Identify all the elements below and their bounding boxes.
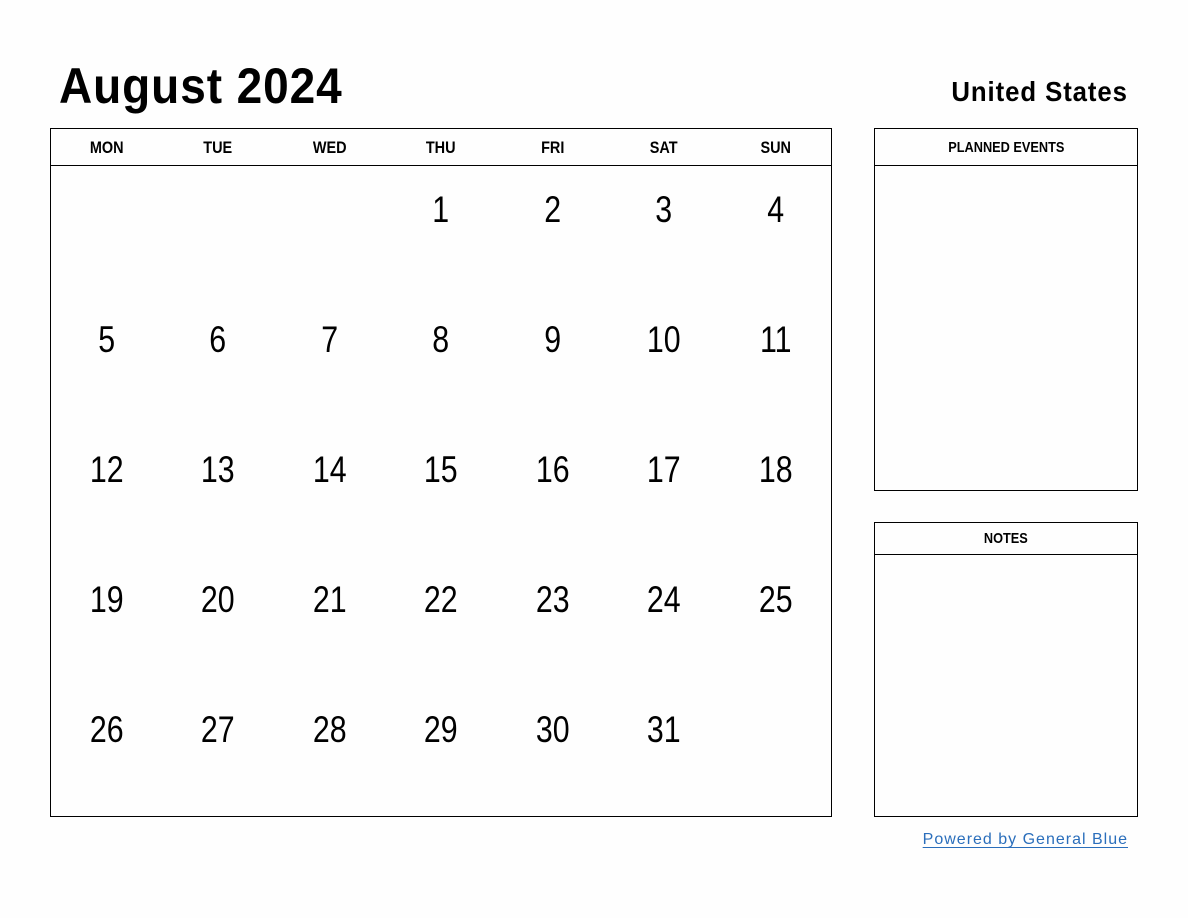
day-number: 3 <box>655 189 673 230</box>
notes-panel: NOTES <box>874 522 1138 817</box>
weekday-fri: FRI <box>540 138 565 157</box>
day-number: 30 <box>535 709 570 750</box>
empty-day-cell <box>51 166 162 296</box>
day-number: 13 <box>201 449 236 490</box>
day-cell: 11 <box>720 296 831 426</box>
weekday-sun: SUN <box>759 138 791 157</box>
day-cell: 5 <box>51 296 162 426</box>
day-cell: 13 <box>162 426 273 556</box>
day-cell: 27 <box>162 686 273 816</box>
empty-day-cell <box>162 166 273 296</box>
day-cell: 6 <box>162 296 273 426</box>
weekday-sat: SAT <box>649 138 678 157</box>
day-cell: 15 <box>385 426 496 556</box>
day-cell: 25 <box>720 556 831 686</box>
day-number: 2 <box>543 189 561 230</box>
day-number: 18 <box>758 449 793 490</box>
day-number: 5 <box>98 319 116 360</box>
notes-header: NOTES <box>875 523 1137 555</box>
day-number: 4 <box>766 189 784 230</box>
day-number: 10 <box>646 319 681 360</box>
month-calendar: MON TUE WED THU FRI SAT SUN 1 2 3 4 5 6 7 8 9 10 1… <box>50 128 832 817</box>
day-cell: 3 <box>608 166 719 296</box>
day-number: 12 <box>89 449 124 490</box>
day-cell: 7 <box>274 296 385 426</box>
day-number: 1 <box>432 189 450 230</box>
day-number: 20 <box>201 579 236 620</box>
day-number: 22 <box>424 579 458 620</box>
notes-title: NOTES <box>984 530 1028 547</box>
day-cell: 23 <box>497 556 608 686</box>
day-cell: 29 <box>385 686 496 816</box>
planned-events-panel: PLANNED EVENTS <box>874 128 1138 491</box>
day-number: 6 <box>209 319 227 360</box>
day-cell: 4 <box>720 166 831 296</box>
day-number: 26 <box>89 709 124 750</box>
day-cell: 22 <box>385 556 496 686</box>
empty-day-cell <box>274 166 385 296</box>
weekday-header: MON TUE WED THU FRI SAT SUN <box>51 129 831 166</box>
day-number: 28 <box>312 709 347 750</box>
planned-events-title: PLANNED EVENTS <box>947 139 1065 156</box>
day-cell: 9 <box>497 296 608 426</box>
day-cell: 12 <box>51 426 162 556</box>
day-cell: 19 <box>51 556 162 686</box>
planned-events-header: PLANNED EVENTS <box>875 129 1137 166</box>
empty-day-cell <box>720 686 831 816</box>
day-number: 8 <box>432 319 450 360</box>
weekday-thu: THU <box>426 138 456 157</box>
day-cell: 17 <box>608 426 719 556</box>
day-number: 15 <box>424 449 458 490</box>
day-cell: 20 <box>162 556 273 686</box>
day-cell: 1 <box>385 166 496 296</box>
day-cell: 18 <box>720 426 831 556</box>
day-number: 9 <box>543 319 561 360</box>
day-number: 21 <box>312 579 347 620</box>
day-grid: 1 2 3 4 5 6 7 8 9 10 11 12 13 14 15 16 17 18 19 20 21 22 23 24 2… <box>51 166 831 816</box>
day-number: 25 <box>758 579 793 620</box>
day-number: 24 <box>646 579 681 620</box>
weekday-tue: TUE <box>203 138 233 157</box>
day-number: 11 <box>759 319 792 360</box>
country-label: United States <box>951 76 1128 107</box>
weekday-mon: MON <box>89 138 124 157</box>
calendar-title: August 2024 <box>59 58 343 114</box>
day-cell: 14 <box>274 426 385 556</box>
day-number: 7 <box>321 319 338 360</box>
day-cell: 24 <box>608 556 719 686</box>
day-cell: 8 <box>385 296 496 426</box>
day-number: 14 <box>312 449 347 490</box>
day-number: 17 <box>646 449 681 490</box>
day-cell: 2 <box>497 166 608 296</box>
day-cell: 10 <box>608 296 719 426</box>
day-cell: 28 <box>274 686 385 816</box>
day-number: 27 <box>201 709 236 750</box>
day-number: 31 <box>646 709 681 750</box>
powered-by-link[interactable]: Powered by General Blue <box>923 831 1128 849</box>
weekday-wed: WED <box>312 138 347 157</box>
day-number: 19 <box>89 579 124 620</box>
day-cell: 26 <box>51 686 162 816</box>
day-cell: 30 <box>497 686 608 816</box>
day-number: 23 <box>535 579 570 620</box>
day-cell: 31 <box>608 686 719 816</box>
day-cell: 21 <box>274 556 385 686</box>
day-number: 29 <box>424 709 458 750</box>
day-number: 16 <box>535 449 570 490</box>
day-cell: 16 <box>497 426 608 556</box>
